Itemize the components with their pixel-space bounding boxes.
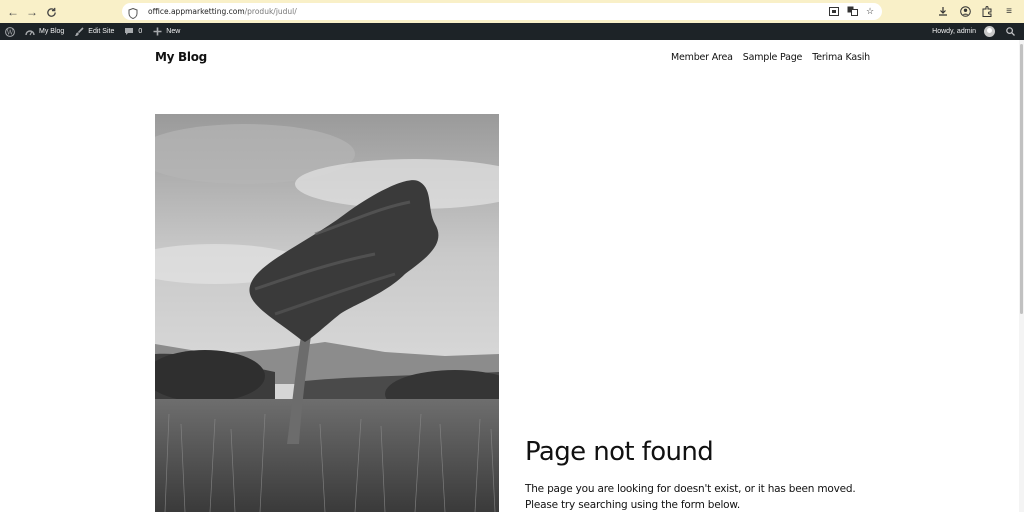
comments-count: 0 (138, 28, 143, 35)
message-line-1: The page you are looking for doesn't exi… (525, 483, 856, 495)
svg-text:W: W (7, 28, 14, 36)
bookmark-star-icon[interactable]: ☆ (864, 5, 876, 17)
wordpress-logo-menu[interactable]: W (0, 23, 20, 40)
scrollbar-thumb[interactable] (1020, 44, 1023, 314)
download-icon[interactable] (936, 3, 950, 19)
account-icon[interactable] (958, 3, 972, 19)
my-account-menu[interactable]: Howdy, admin (927, 23, 1000, 40)
reload-icon[interactable] (42, 3, 60, 21)
wp-admin-bar: W My Blog Edit Site 0 New Howdy, admin (0, 23, 1024, 40)
site-title[interactable]: My Blog (155, 50, 207, 64)
translate-icon[interactable] (846, 5, 858, 17)
screenshot-icon[interactable] (828, 5, 840, 17)
new-label: New (166, 28, 181, 35)
edit-site-label: Edit Site (88, 28, 115, 35)
address-bar[interactable]: office.appmarketting.com/produk/judul/ ☆ (122, 3, 882, 20)
forward-arrow-icon[interactable]: → (23, 3, 41, 21)
extensions-icon[interactable] (980, 3, 994, 19)
howdy-text: Howdy, admin (932, 28, 976, 35)
back-arrow-icon[interactable]: ← (4, 3, 22, 21)
url-host: office.appmarketting.com (148, 7, 245, 16)
edit-site-link[interactable]: Edit Site (69, 23, 119, 40)
message-line-2: Please try searching using the form belo… (525, 499, 740, 511)
menu-icon[interactable]: ≡ (1002, 3, 1016, 19)
comments-link[interactable]: 0 (119, 23, 147, 40)
nav-item-member-area[interactable]: Member Area (671, 52, 733, 63)
nav-item-terima-kasih[interactable]: Terima Kasih (812, 52, 870, 63)
comment-icon (124, 27, 134, 37)
avatar (984, 26, 995, 37)
new-content-link[interactable]: New (147, 23, 185, 40)
admin-site-name[interactable]: My Blog (20, 23, 69, 40)
wordpress-logo-icon: W (5, 26, 15, 37)
url-path: /produk/judul/ (244, 7, 297, 16)
nav-item-sample-page[interactable]: Sample Page (743, 52, 803, 63)
primary-navigation: Member Area Sample Page Terima Kasih (671, 52, 870, 63)
browser-toolbar: ← → office.appmarketting.com/produk/judu… (0, 0, 1024, 23)
dashboard-icon (25, 27, 35, 37)
brush-icon (74, 26, 84, 37)
page-not-found-title: Page not found (525, 437, 714, 467)
admin-search-button[interactable] (1000, 23, 1020, 40)
admin-site-name-label: My Blog (39, 28, 65, 35)
page-not-found-message: The page you are looking for doesn't exi… (525, 481, 885, 513)
windswept-tree-image (155, 114, 499, 512)
plus-icon (152, 27, 162, 37)
url-text: office.appmarketting.com/produk/judul/ (148, 7, 297, 16)
search-icon (1005, 27, 1015, 37)
shield-icon[interactable] (128, 6, 140, 19)
